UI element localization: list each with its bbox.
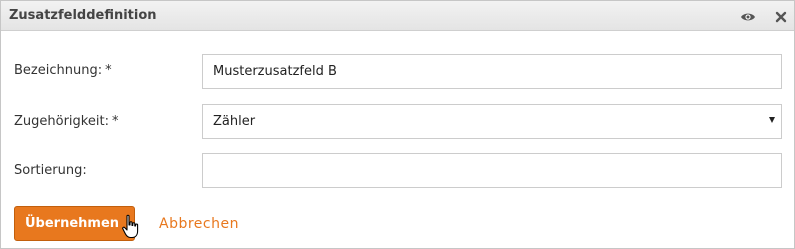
uebernehmen-button-label: Übernehmen: [25, 216, 120, 231]
bezeichnung-label-text: Bezeichnung:: [14, 63, 103, 78]
dialog-header: Zusatzfelddefinition: [1, 1, 794, 31]
eye-icon[interactable]: [740, 9, 756, 23]
dialog-title: Zusatzfelddefinition: [9, 8, 157, 23]
bezeichnung-input-value: Musterzusatzfeld B: [213, 64, 337, 79]
bezeichnung-input[interactable]: Musterzusatzfeld B: [202, 54, 782, 89]
zugehoerigkeit-label: Zugehörigkeit: *: [14, 114, 118, 129]
close-icon[interactable]: [774, 9, 790, 23]
uebernehmen-button[interactable]: Übernehmen: [14, 206, 135, 241]
required-marker: *: [111, 114, 119, 129]
zugehoerigkeit-label-text: Zugehörigkeit:: [14, 114, 109, 129]
dropdown-arrow-icon: [769, 117, 775, 123]
hand-cursor-icon: [121, 214, 141, 240]
sortierung-input[interactable]: [202, 153, 782, 188]
sortierung-label: Sortierung:: [14, 163, 87, 178]
sortierung-label-text: Sortierung:: [14, 163, 87, 178]
zugehoerigkeit-select[interactable]: Zähler: [202, 104, 782, 139]
abbrechen-link[interactable]: Abbrechen: [159, 216, 239, 232]
bezeichnung-label: Bezeichnung: *: [14, 63, 112, 78]
zugehoerigkeit-selected-value: Zähler: [213, 114, 256, 129]
required-marker: *: [105, 63, 112, 78]
dialog-panel: Zusatzfelddefinition Bezeichnung: * Muste…: [0, 0, 795, 249]
